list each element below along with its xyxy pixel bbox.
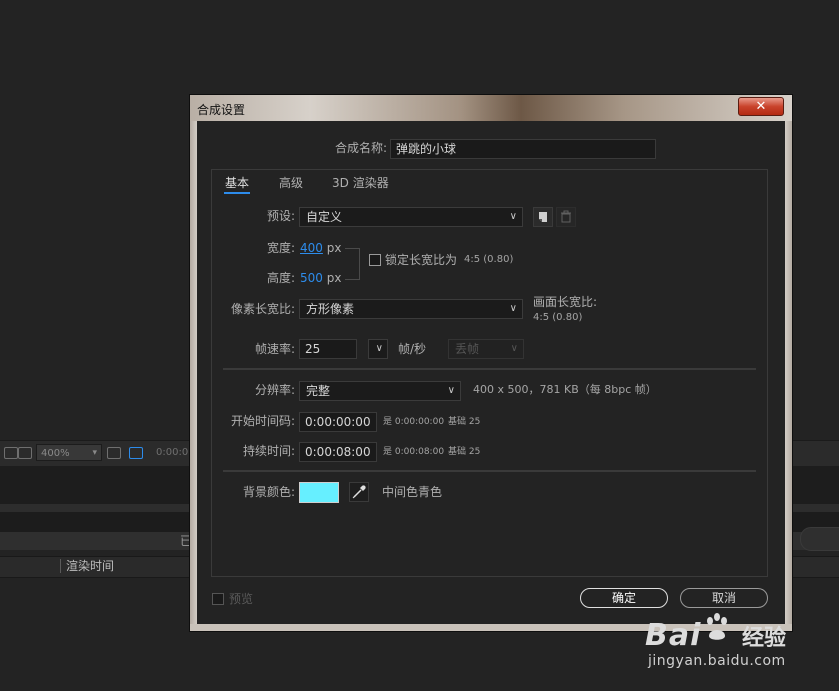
width-value[interactable]: 400 [300,241,323,255]
chevron-down-icon: ∨ [510,343,518,354]
chevron-down-icon: ∨ [375,343,383,354]
snapshot-icon[interactable] [4,447,18,459]
baidu-watermark-logo: Bai [645,618,702,653]
bg-color-swatch[interactable] [299,482,339,503]
baidu-paw-icon [707,613,727,640]
frame-rate-dropdown[interactable]: ∨ [368,339,388,359]
active-tab-indicator [224,192,250,194]
cancel-button[interactable]: 取消 [680,588,768,608]
frame-rate-unit: 帧/秒 [398,342,427,356]
column-separator [60,559,61,573]
start-timecode-label: 开始时间码: [230,414,295,428]
zoom-select[interactable]: 400% ▾ [36,444,102,461]
drop-frame-value: 丢帧 [455,342,480,356]
duration-equals: 是 0:00:08:00 [383,447,445,457]
eyedropper-button[interactable] [349,482,369,502]
duration-label: 持续时间: [242,444,295,458]
width-field[interactable]: 400 px [300,238,341,258]
preset-select[interactable]: 自定义 ∨ [299,207,523,227]
chevron-down-icon: ∨ [509,211,517,222]
resolution-info: 400 x 500，781 KB（每 8bpc 帧） [473,383,657,396]
preset-value: 自定义 [306,210,343,224]
preview-checkbox[interactable] [212,593,224,605]
chevron-down-icon: ▾ [92,448,97,458]
comp-name-input[interactable]: 弹跳的小球 [390,139,656,159]
dialog-content: 合成名称: 弹跳的小球 基本 高级 3D 渲染器 预设: 自定义 ∨ 宽度: 4… [197,121,785,624]
comp-name-label: 合成名称: [334,141,387,155]
height-value[interactable]: 500 [300,271,323,285]
tab-advanced[interactable]: 高级 [279,174,303,192]
ok-button[interactable]: 确定 [580,588,668,608]
delete-preset-button[interactable] [556,207,576,227]
new-preset-button[interactable] [533,207,553,227]
fit-icon[interactable] [107,447,121,459]
viewer-timecode[interactable]: 0:00:0 [156,444,188,461]
dialog-frame-left [190,121,197,631]
zoom-value: 400% [41,448,70,459]
trash-icon [561,210,571,223]
transparency-grid-icon[interactable] [129,447,143,459]
dialog-frame-right [785,121,792,631]
duration-input[interactable]: 0:00:08:00 [299,442,377,462]
width-unit: px [326,241,342,255]
dialog-titlebar[interactable] [190,95,792,121]
preset-label: 预设: [266,209,295,223]
resolution-label: 分辨率: [254,383,295,397]
lock-aspect-label[interactable]: 锁定长宽比为 [385,250,457,270]
bg-color-label: 背景颜色: [242,485,295,499]
height-field[interactable]: 500 px [300,268,341,288]
monitor-icon[interactable] [18,447,32,459]
aspect-link-bracket [345,248,360,280]
height-label: 高度: [266,271,295,285]
height-unit: px [326,271,342,285]
preview-label[interactable]: 预览 [229,589,253,609]
frame-rate-label: 帧速率: [254,342,295,356]
bg-color-name: 中间色青色 [382,485,443,499]
pixel-aspect-value: 方形像素 [306,302,355,316]
render-button[interactable] [800,527,839,551]
baidu-watermark-jingyan: 经验 [742,626,787,651]
close-icon: ✕ [755,99,767,114]
section-divider [223,368,756,370]
lock-aspect-ratio: 4:5 (0.80) [464,254,514,265]
duration-base: 基础 25 [448,447,481,457]
render-time-column-header[interactable]: 渲染时间 [66,558,114,574]
baidu-watermark-url: jingyan.baidu.com [648,653,786,669]
resolution-select[interactable]: 完整 ∨ [299,381,461,401]
frame-aspect-value: 4:5 (0.80) [533,312,583,323]
width-label: 宽度: [266,241,295,255]
start-timecode-equals: 是 0:00:00:00 [383,417,445,427]
frame-rate-input[interactable]: 25 [299,339,357,359]
pixel-aspect-label: 像素长宽比: [230,302,295,316]
start-timecode-input[interactable]: 0:00:00:00 [299,412,377,432]
resolution-value: 完整 [306,384,331,398]
tab-3d-renderer[interactable]: 3D 渲染器 [332,174,389,192]
dialog-title: 合成设置 [197,103,246,117]
drop-frame-select[interactable]: 丢帧 ∨ [448,339,524,359]
new-preset-icon [539,212,547,222]
tab-basic[interactable]: 基本 [225,174,249,192]
close-button[interactable]: ✕ [738,97,784,116]
section-divider [223,470,756,472]
composition-settings-dialog: 合成设置 ✕ 合成名称: 弹跳的小球 基本 高级 3D 渲染器 预设: 自定义 … [189,94,793,632]
chevron-down-icon: ∨ [447,385,455,396]
start-timecode-base: 基础 25 [448,417,481,427]
eyedropper-icon [352,485,366,499]
chevron-down-icon: ∨ [509,303,517,314]
settings-tab-panel [211,169,768,577]
pixel-aspect-select[interactable]: 方形像素 ∨ [299,299,523,319]
lock-aspect-checkbox[interactable] [369,254,381,266]
